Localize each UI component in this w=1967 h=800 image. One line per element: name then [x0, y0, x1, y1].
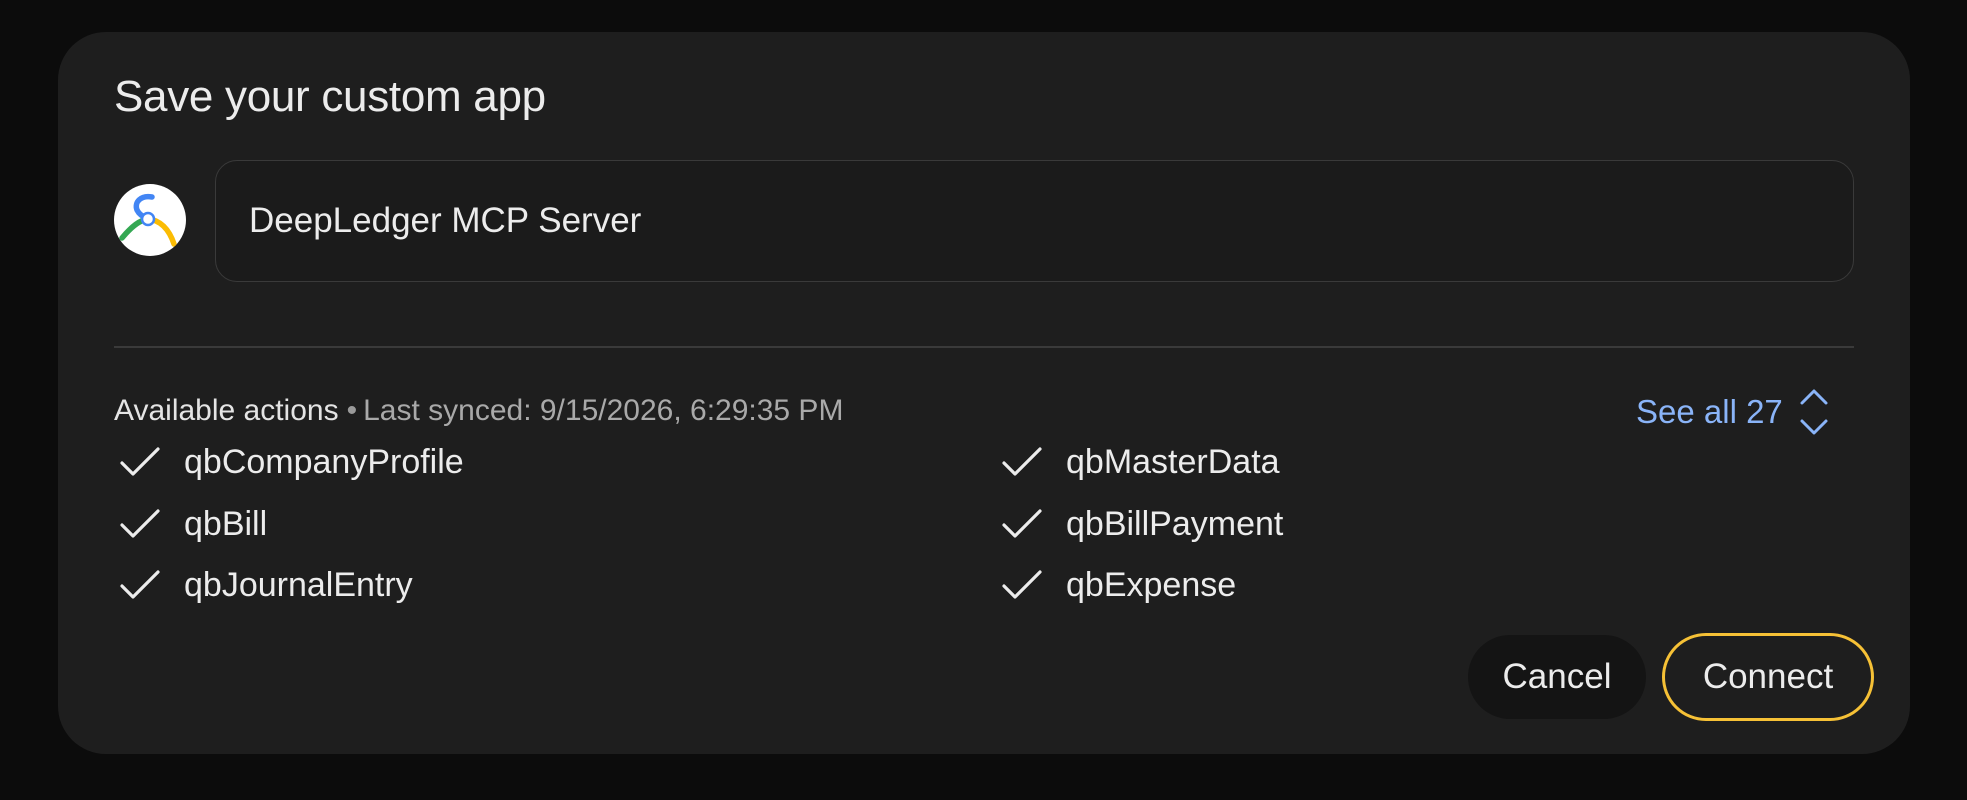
save-custom-app-dialog: Save your custom app Available actions•L… [58, 32, 1910, 754]
action-label: qbMasterData [1066, 442, 1280, 481]
action-label: qbJournalEntry [184, 565, 413, 604]
action-label: qbBillPayment [1066, 504, 1284, 543]
app-name-input[interactable] [215, 160, 1854, 282]
dialog-title: Save your custom app [114, 72, 546, 121]
expand-collapse-chevrons-icon [1800, 389, 1828, 435]
check-icon [1002, 570, 1042, 599]
app-logo-icon [114, 184, 186, 256]
check-icon [1002, 509, 1042, 538]
action-item: qbMasterData [1000, 437, 1280, 487]
connect-button[interactable]: Connect [1662, 633, 1874, 721]
check-icon [120, 509, 160, 538]
action-label: qbCompanyProfile [184, 442, 464, 481]
check-icon [1002, 447, 1042, 476]
available-actions-label: Available actions [114, 394, 339, 427]
action-item: qbCompanyProfile [118, 437, 464, 487]
action-item: qbExpense [1000, 560, 1236, 610]
section-divider [114, 346, 1854, 348]
last-synced-text: Last synced: 9/15/2026, 6:29:35 PM [363, 394, 844, 427]
available-actions-header: Available actions • Last synced: 9/15/2026… [114, 394, 843, 428]
action-item: qbBill [118, 499, 267, 549]
header-separator: • [346, 394, 358, 427]
cancel-button[interactable]: Cancel [1468, 635, 1646, 719]
see-all-actions-button[interactable]: See all 27 [1636, 384, 1829, 440]
check-icon [120, 570, 160, 599]
action-item: qbBillPayment [1000, 499, 1283, 549]
see-all-label: See all 27 [1636, 393, 1783, 430]
action-item: qbJournalEntry [118, 560, 413, 610]
action-label: qbExpense [1066, 565, 1237, 604]
check-icon [120, 447, 160, 476]
action-label: qbBill [184, 504, 268, 543]
